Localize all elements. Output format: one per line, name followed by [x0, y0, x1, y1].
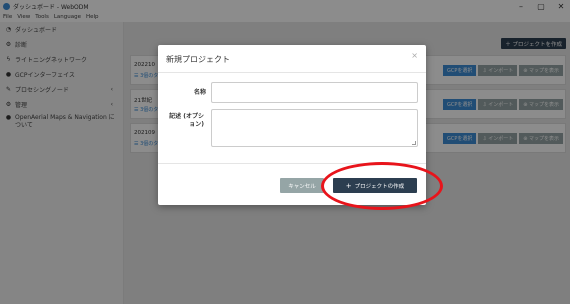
description-label: 記述 (オプション) [169, 113, 204, 128]
name-label: 名称 [193, 89, 206, 96]
dialog-header: 新規プロジェクト × [158, 45, 426, 73]
dialog-title: 新規プロジェクト [166, 55, 230, 64]
cancel-button[interactable]: キャンセル [280, 178, 324, 193]
annotation-highlight-circle [321, 162, 443, 210]
project-name-input[interactable] [211, 82, 418, 103]
close-icon[interactable]: × [411, 51, 418, 60]
resize-handle-icon[interactable] [412, 141, 416, 145]
project-description-input[interactable] [211, 109, 418, 147]
